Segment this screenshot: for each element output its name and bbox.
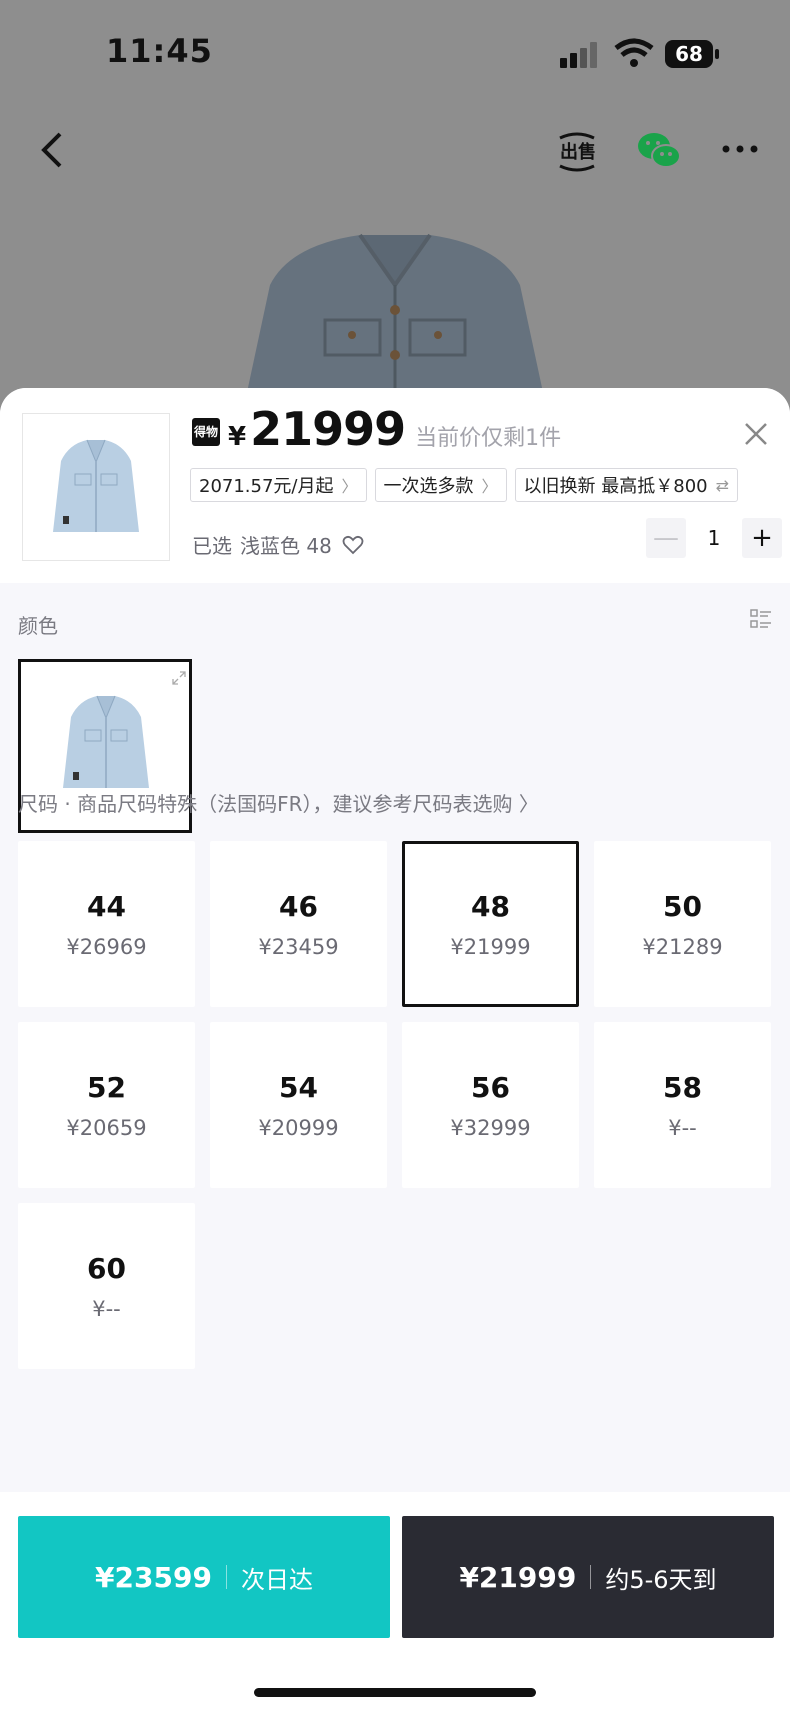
cellular-signal-icon bbox=[560, 42, 597, 68]
increase-quantity-button[interactable]: + bbox=[742, 518, 782, 558]
back-arrow-icon[interactable] bbox=[38, 130, 68, 170]
size-number: 58 bbox=[663, 1070, 702, 1104]
sell-exchange-icon[interactable]: 出售 bbox=[556, 132, 598, 172]
size-number: 60 bbox=[87, 1251, 126, 1285]
battery-level: 68 bbox=[675, 42, 703, 66]
size-number: 48 bbox=[471, 889, 510, 923]
standard-price: ¥21999 bbox=[459, 1560, 577, 1594]
wechat-icon[interactable] bbox=[636, 130, 682, 172]
next-day-label: 次日达 bbox=[240, 1565, 313, 1594]
decrease-quantity-button[interactable]: — bbox=[646, 518, 686, 558]
jacket-thumbnail-image bbox=[53, 439, 139, 532]
battery-indicator: 68 bbox=[664, 38, 720, 70]
installment-chip[interactable]: 2071.57元/月起 〉 bbox=[190, 468, 367, 502]
chevron-right-icon: 〉 bbox=[341, 477, 358, 496]
stock-note: 当前价仅剩1件 bbox=[415, 426, 562, 451]
size-price: ¥23459 bbox=[258, 934, 339, 959]
swap-icon: ⇄ bbox=[715, 475, 730, 495]
multi-select-chip[interactable]: 一次选多款 〉 bbox=[374, 468, 507, 502]
home-indicator[interactable] bbox=[254, 1688, 536, 1697]
size-option[interactable]: 50 ¥21289 bbox=[594, 841, 771, 1007]
chip-label: 2071.57元/月起 bbox=[199, 476, 334, 497]
size-option[interactable]: 60 ¥-- bbox=[18, 1203, 195, 1369]
brand-badge: 得物 bbox=[192, 418, 220, 446]
divider bbox=[225, 1565, 227, 1589]
jacket-color-image bbox=[63, 695, 149, 788]
top-nav: 出售 bbox=[0, 110, 790, 190]
size-option[interactable]: 56 ¥32999 bbox=[402, 1022, 579, 1188]
size-grid: 44 ¥26969 46 ¥23459 48 ¥21999 50 ¥21289 … bbox=[18, 841, 772, 1369]
quantity-stepper: — 1 + bbox=[646, 518, 782, 558]
size-number: 44 bbox=[87, 889, 126, 923]
status-bar: 11:45 68 bbox=[0, 0, 790, 100]
current-price: 21999 bbox=[250, 402, 406, 456]
svg-text:出售: 出售 bbox=[560, 141, 596, 163]
buy-next-day-button[interactable]: ¥23599 次日达 bbox=[18, 1516, 390, 1638]
size-price: ¥26969 bbox=[66, 934, 147, 959]
size-option[interactable]: 52 ¥20659 bbox=[18, 1022, 195, 1188]
size-option[interactable]: 46 ¥23459 bbox=[210, 841, 387, 1007]
size-price: ¥20659 bbox=[66, 1115, 147, 1140]
standard-delivery-label: 约5-6天到 bbox=[605, 1565, 717, 1594]
size-price: ¥32999 bbox=[450, 1115, 531, 1140]
wifi-icon bbox=[614, 38, 654, 67]
promo-chips: 2071.57元/月起 〉 一次选多款 〉 以旧换新 最高抵￥800 ⇄ bbox=[190, 468, 739, 502]
size-number: 56 bbox=[471, 1070, 510, 1104]
size-option[interactable]: 54 ¥20999 bbox=[210, 1022, 387, 1188]
status-time: 11:45 bbox=[106, 32, 213, 70]
chevron-right-icon: 〉 bbox=[481, 477, 498, 496]
size-price: ¥-- bbox=[668, 1115, 697, 1140]
close-icon[interactable] bbox=[742, 420, 770, 448]
size-number: 50 bbox=[663, 889, 702, 923]
expand-icon[interactable] bbox=[171, 670, 187, 686]
sheet-header: 得物 ¥ 21999 当前价仅剩1件 2071.57元/月起 〉 一次选多款 〉… bbox=[0, 388, 790, 583]
size-price: ¥21999 bbox=[450, 934, 531, 959]
size-option[interactable]: 58 ¥-- bbox=[594, 1022, 771, 1188]
buy-standard-button[interactable]: ¥21999 约5-6天到 bbox=[402, 1516, 774, 1638]
heart-icon[interactable] bbox=[342, 535, 364, 555]
price-row: ¥ 21999 当前价仅剩1件 bbox=[228, 402, 561, 462]
divider bbox=[590, 1565, 592, 1589]
size-price: ¥-- bbox=[92, 1296, 121, 1321]
size-option[interactable]: 44 ¥26969 bbox=[18, 841, 195, 1007]
product-page-background: 11:45 68 出售 bbox=[0, 0, 790, 425]
size-price: ¥20999 bbox=[258, 1115, 339, 1140]
chip-label: 以旧换新 最高抵￥800 bbox=[523, 476, 708, 497]
size-number: 46 bbox=[279, 889, 318, 923]
purchase-bar: ¥23599 次日达 ¥21999 约5-6天到 bbox=[0, 1492, 790, 1712]
size-section-label[interactable]: 尺码 · 商品尺码特殊（法国码FR），建议参考尺码表选购 〉 bbox=[18, 788, 539, 817]
product-thumbnail[interactable] bbox=[22, 413, 170, 561]
quantity-value: 1 bbox=[707, 526, 721, 550]
size-price: ¥21289 bbox=[642, 934, 723, 959]
more-icon[interactable] bbox=[720, 134, 760, 164]
selected-summary: 已选 浅蓝色 48 bbox=[192, 530, 364, 559]
next-day-price: ¥23599 bbox=[95, 1560, 212, 1594]
size-option-selected[interactable]: 48 ¥21999 bbox=[402, 841, 579, 1007]
list-view-icon[interactable] bbox=[750, 608, 772, 630]
color-section-label: 颜色 bbox=[18, 614, 58, 638]
selected-value: 浅蓝色 48 bbox=[240, 534, 332, 558]
sku-selector-sheet: 得物 ¥ 21999 当前价仅剩1件 2071.57元/月起 〉 一次选多款 〉… bbox=[0, 388, 790, 1712]
selected-prefix: 已选 bbox=[192, 534, 232, 558]
size-number: 52 bbox=[87, 1070, 126, 1104]
chip-label: 一次选多款 bbox=[383, 476, 474, 497]
trade-in-chip[interactable]: 以旧换新 最高抵￥800 ⇄ bbox=[514, 468, 739, 502]
size-number: 54 bbox=[279, 1070, 318, 1104]
currency-symbol: ¥ bbox=[228, 422, 247, 452]
